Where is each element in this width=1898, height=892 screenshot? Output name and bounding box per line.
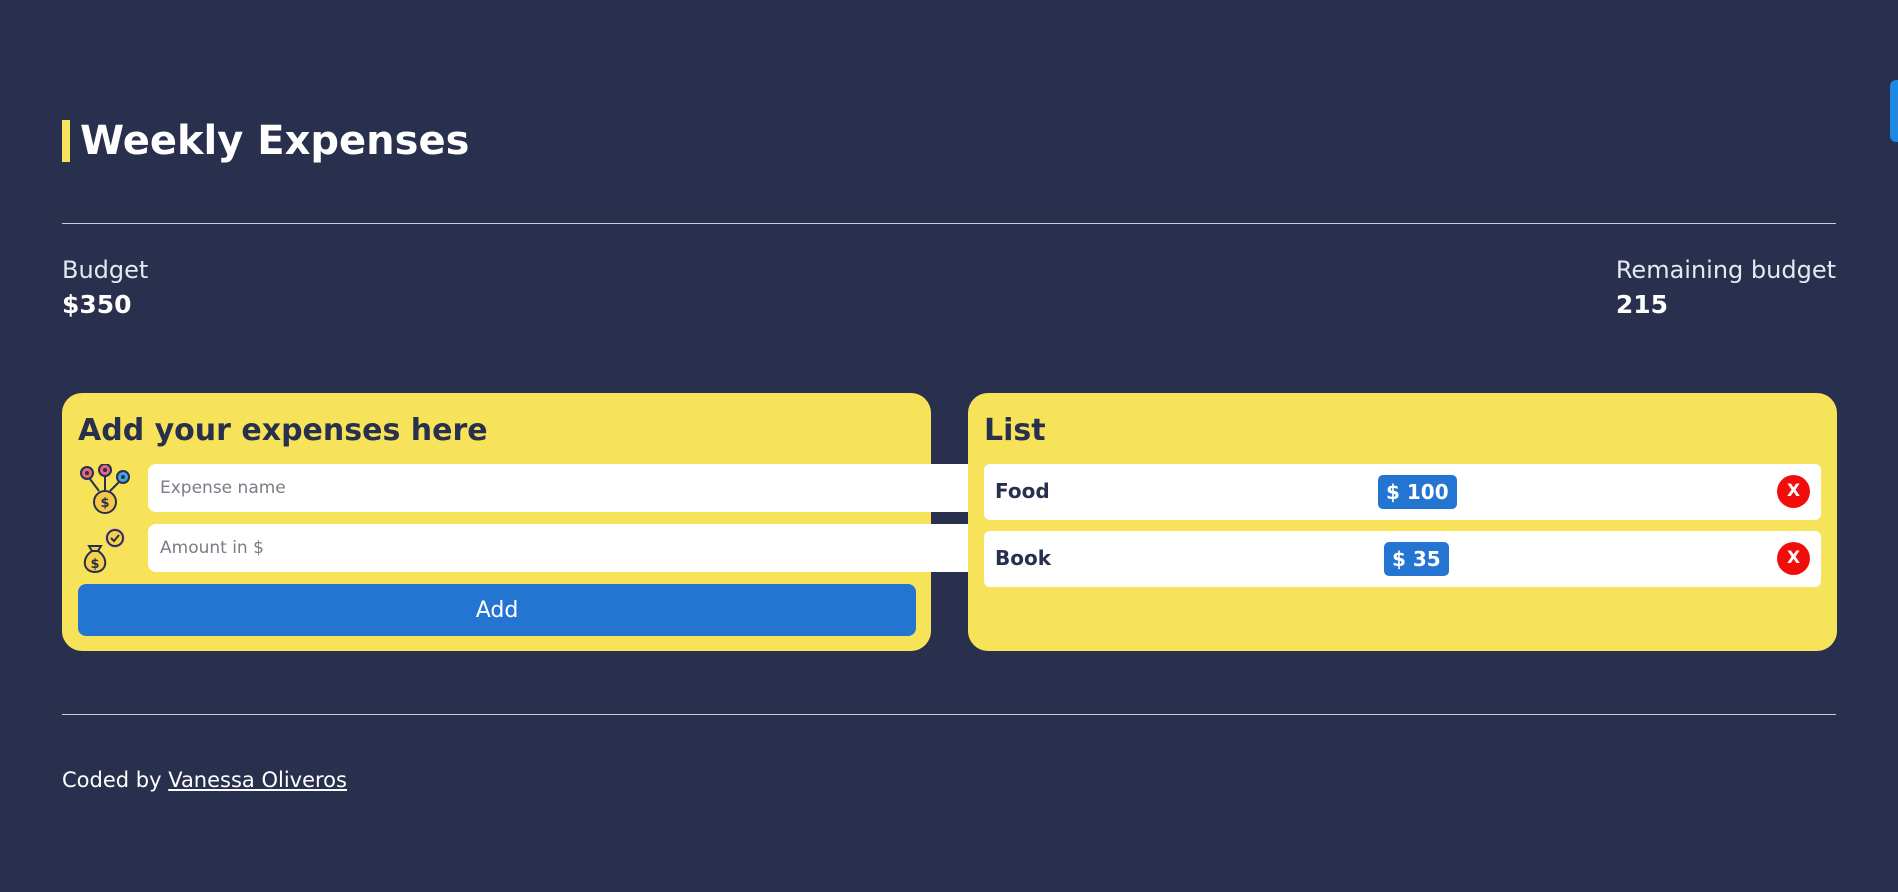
budget-value: $350: [62, 290, 132, 319]
expense-amount-badge: $ 100: [1378, 475, 1457, 509]
svg-text:$: $: [90, 557, 99, 572]
bottom-divider: [62, 714, 1836, 715]
app-page: Weekly Expenses Budget $350 Remaining bu…: [0, 0, 1898, 892]
top-divider: [62, 223, 1836, 224]
list-title: List: [984, 413, 1046, 448]
budget-summary: Budget $350: [62, 256, 148, 319]
svg-text:$: $: [100, 496, 109, 511]
scrollbar-thumb[interactable]: [1890, 80, 1898, 142]
expense-item-name: Book: [995, 546, 1052, 570]
budget-label: Budget: [62, 256, 149, 284]
title-accent-bar: [62, 120, 70, 162]
delete-expense-button[interactable]: X: [1777, 475, 1810, 508]
add-expense-button[interactable]: Add: [78, 584, 916, 636]
list-item: Food $ 100 X: [984, 464, 1821, 520]
list-item: Book $ 35 X: [984, 531, 1821, 587]
page-title: Weekly Expenses: [80, 118, 470, 164]
remaining-budget-label: Remaining budget: [1615, 256, 1836, 284]
expense-name-input[interactable]: [148, 464, 986, 512]
money-bag-check-icon: $: [78, 524, 132, 574]
delete-expense-button[interactable]: X: [1777, 542, 1810, 575]
expense-item-name: Food: [995, 479, 1050, 503]
footer-prefix: Coded by: [62, 768, 169, 792]
expense-amount-input[interactable]: [148, 524, 986, 572]
add-expense-card: Add your expenses here $ Expense name $ …: [62, 393, 986, 651]
expense-amount-row: $: [78, 524, 986, 574]
expense-amount-badge: $ 35: [1384, 542, 1449, 576]
expense-list-card: List Food $ 100 X Book $ 35 X: [968, 393, 1837, 651]
footer: Coded by Vanessa Oliveros: [62, 768, 347, 792]
form-title: Add your expenses here: [78, 413, 488, 448]
remaining-budget-summary: Remaining budget 215: [1616, 256, 1836, 319]
remaining-budget-value: 215: [1615, 290, 1669, 319]
coins-target-icon: $: [78, 464, 132, 514]
expense-name-row: $: [78, 464, 986, 514]
author-link[interactable]: Vanessa Oliveros: [168, 768, 347, 792]
header: Weekly Expenses: [62, 118, 469, 164]
